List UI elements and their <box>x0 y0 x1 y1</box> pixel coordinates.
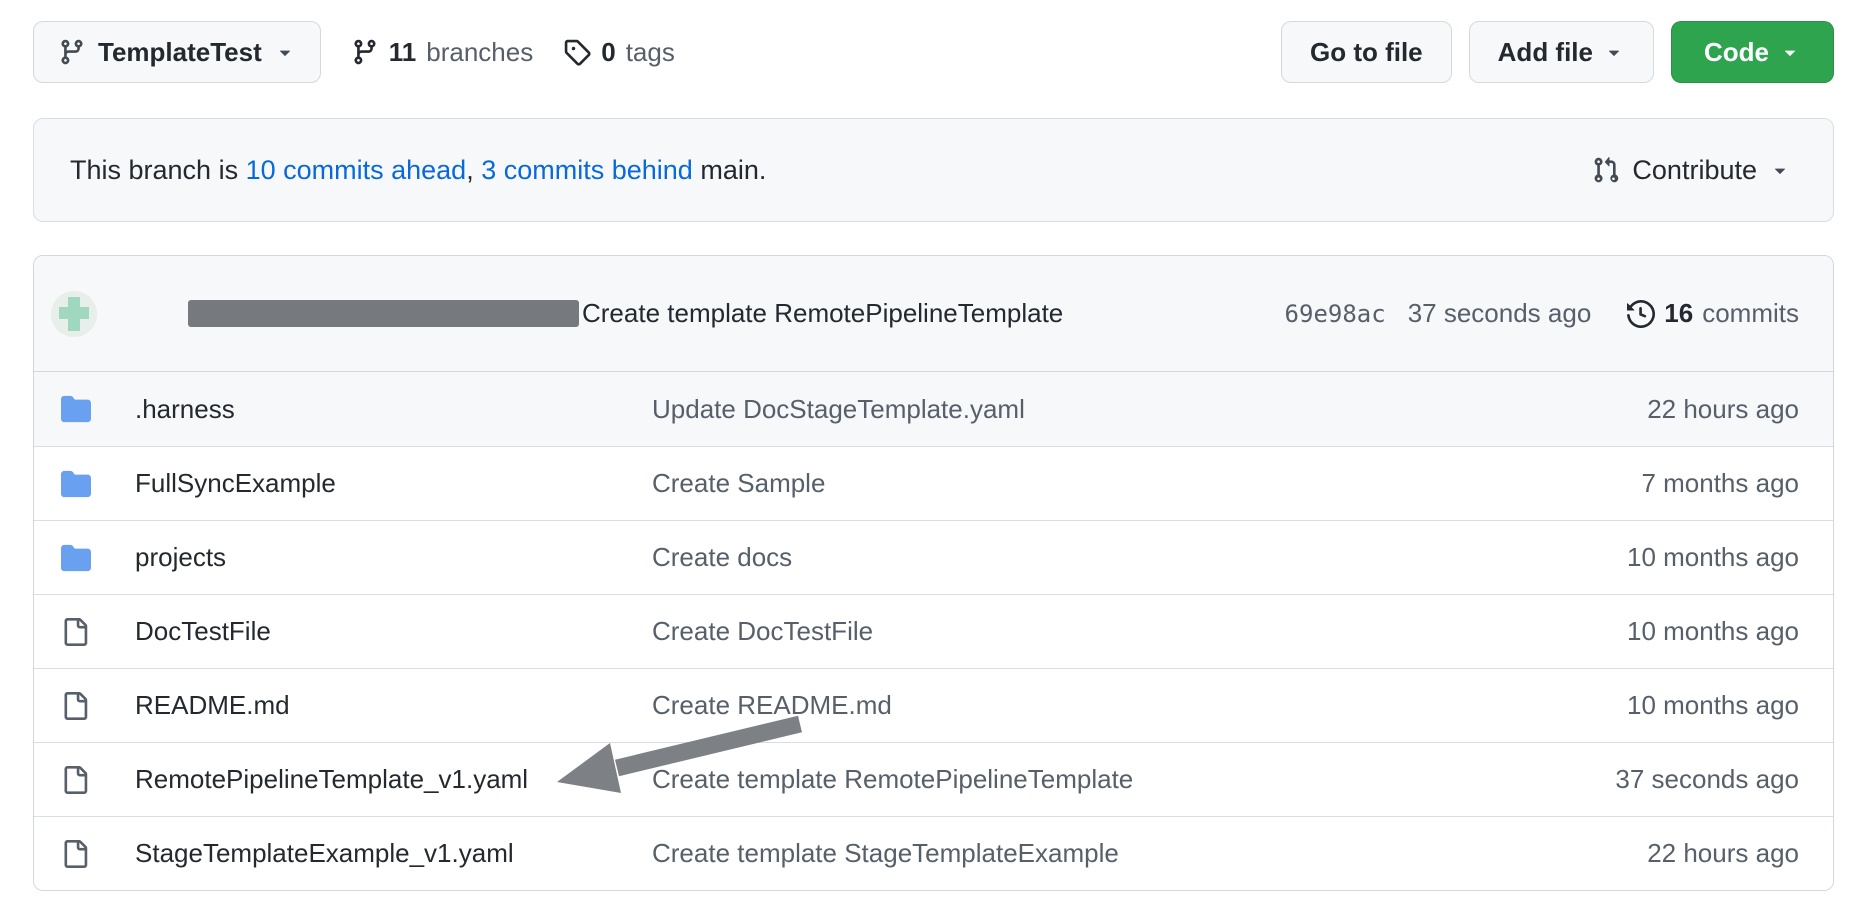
branches-link[interactable]: 11 branches <box>351 37 533 68</box>
branch-status-suffix: main. <box>693 155 767 185</box>
table-row: README.md Create README.md 10 months ago <box>34 668 1833 742</box>
file-table: Create template RemotePipelineTemplate 6… <box>33 255 1834 891</box>
branch-status-separator: , <box>466 155 481 185</box>
commit-message-link[interactable]: Create docs <box>652 542 1559 573</box>
row-icon-cell <box>61 543 91 573</box>
commit-time-link[interactable]: 10 months ago <box>1559 690 1799 721</box>
repo-toolbar: TemplateTest 11 branches 0 tags Go to fi… <box>0 0 1860 84</box>
commit-time-link[interactable]: 10 months ago <box>1559 542 1799 573</box>
table-row: RemotePipelineTemplate_v1.yaml Create te… <box>34 742 1833 816</box>
commit-hash-link[interactable]: 69e98ac <box>1285 300 1386 328</box>
branches-count: 11 <box>389 37 417 68</box>
branch-status-banner: This branch is 10 commits ahead, 3 commi… <box>33 118 1834 222</box>
file-icon <box>61 766 89 794</box>
file-name-link[interactable]: projects <box>135 542 652 573</box>
file-name-link[interactable]: FullSyncExample <box>135 468 652 499</box>
go-to-file-button[interactable]: Go to file <box>1281 21 1452 83</box>
tags-count: 0 <box>601 37 615 68</box>
tags-label: tags <box>626 37 675 68</box>
commits-ahead-link[interactable]: 10 commits ahead <box>246 155 467 185</box>
add-file-label: Add file <box>1498 37 1593 68</box>
chevron-down-icon <box>1769 159 1791 181</box>
row-icon-cell <box>61 469 91 499</box>
git-compare-icon <box>1592 156 1620 184</box>
commit-history-link[interactable]: 16 commits <box>1627 298 1799 329</box>
file-name-link[interactable]: StageTemplateExample_v1.yaml <box>135 838 652 869</box>
commit-time: 37 seconds ago <box>1408 298 1592 329</box>
file-rows: .harness Update DocStageTemplate.yaml 22… <box>34 372 1833 890</box>
toolbar-left: TemplateTest 11 branches 0 tags <box>33 21 675 83</box>
identicon <box>51 291 97 337</box>
tags-link[interactable]: 0 tags <box>563 37 675 68</box>
history-icon <box>1627 300 1655 328</box>
tag-icon <box>563 38 591 66</box>
avatar[interactable] <box>51 291 97 337</box>
latest-commit-meta: 69e98ac 37 seconds ago 16 commits <box>1285 298 1799 329</box>
row-icon-cell <box>61 394 91 424</box>
commit-message-link[interactable]: Update DocStageTemplate.yaml <box>652 394 1559 425</box>
file-name-link[interactable]: README.md <box>135 690 652 721</box>
branches-label: branches <box>426 37 533 68</box>
row-icon-cell <box>61 766 91 794</box>
chevron-down-icon <box>274 41 296 63</box>
folder-icon <box>61 469 91 499</box>
commits-behind-link[interactable]: 3 commits behind <box>481 155 693 185</box>
row-icon-cell <box>61 840 91 868</box>
file-icon <box>61 692 89 720</box>
file-name-link[interactable]: DocTestFile <box>135 616 652 647</box>
code-button[interactable]: Code <box>1671 21 1834 83</box>
commit-time-link[interactable]: 7 months ago <box>1559 468 1799 499</box>
branch-status-prefix: This branch is <box>70 155 246 185</box>
commit-message-link[interactable]: Create template StageTemplateExample <box>652 838 1559 869</box>
table-row: FullSyncExample Create Sample 7 months a… <box>34 446 1833 520</box>
commit-time-link[interactable]: 22 hours ago <box>1559 394 1799 425</box>
folder-icon <box>61 543 91 573</box>
contribute-label: Contribute <box>1632 155 1757 186</box>
commit-message-link[interactable]: Create README.md <box>652 690 1559 721</box>
commit-time-link[interactable]: 22 hours ago <box>1559 838 1799 869</box>
file-name-link[interactable]: RemotePipelineTemplate_v1.yaml <box>135 764 652 795</box>
code-label: Code <box>1704 37 1769 68</box>
git-branch-icon <box>58 38 86 66</box>
latest-commit-header: Create template RemotePipelineTemplate 6… <box>34 256 1833 372</box>
chevron-down-icon <box>1603 41 1625 63</box>
file-name-link[interactable]: .harness <box>135 394 652 425</box>
latest-commit-message-link[interactable]: Create template RemotePipelineTemplate <box>582 298 1063 329</box>
table-row: .harness Update DocStageTemplate.yaml 22… <box>34 372 1833 446</box>
current-branch-label: TemplateTest <box>98 37 262 68</box>
author-name-redaction <box>188 300 579 327</box>
add-file-button[interactable]: Add file <box>1469 21 1654 83</box>
branch-status-text: This branch is 10 commits ahead, 3 commi… <box>70 155 766 186</box>
commit-time-link[interactable]: 10 months ago <box>1559 616 1799 647</box>
commit-message-link[interactable]: Create DocTestFile <box>652 616 1559 647</box>
chevron-down-icon <box>1779 41 1801 63</box>
table-row: projects Create docs 10 months ago <box>34 520 1833 594</box>
commits-label: commits <box>1702 298 1799 329</box>
commit-message-link[interactable]: Create Sample <box>652 468 1559 499</box>
branch-selector-button[interactable]: TemplateTest <box>33 21 321 83</box>
contribute-button[interactable]: Contribute <box>1586 154 1797 187</box>
folder-icon <box>61 394 91 424</box>
toolbar-right: Go to file Add file Code <box>1281 21 1834 83</box>
commit-time-link[interactable]: 37 seconds ago <box>1559 764 1799 795</box>
file-icon <box>61 618 89 646</box>
commit-message-link[interactable]: Create template RemotePipelineTemplate <box>652 764 1559 795</box>
commits-count: 16 <box>1664 298 1693 329</box>
table-row: StageTemplateExample_v1.yaml Create temp… <box>34 816 1833 890</box>
table-row: DocTestFile Create DocTestFile 10 months… <box>34 594 1833 668</box>
row-icon-cell <box>61 692 91 720</box>
go-to-file-label: Go to file <box>1310 37 1423 68</box>
row-icon-cell <box>61 618 91 646</box>
git-branch-icon <box>351 38 379 66</box>
file-icon <box>61 840 89 868</box>
